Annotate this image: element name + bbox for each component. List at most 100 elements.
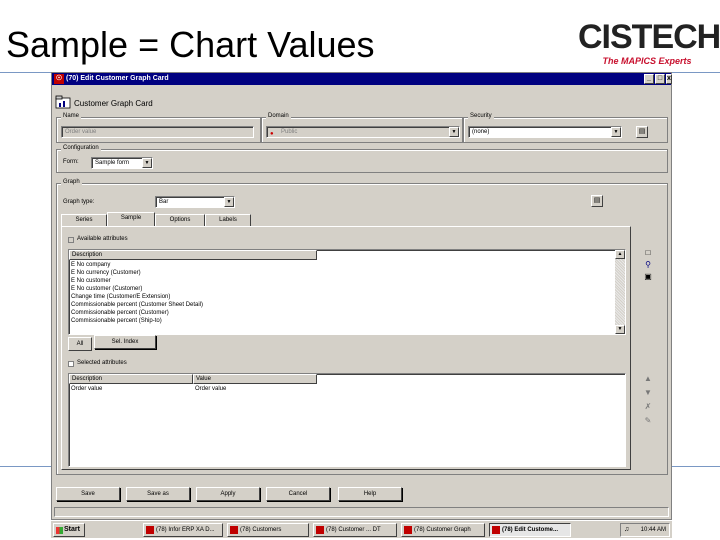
list-item[interactable]: Commissionable percent (Customer Sheet D… <box>71 301 203 309</box>
apply-button[interactable]: Apply <box>196 487 260 501</box>
save-button[interactable]: Save <box>56 487 120 501</box>
selected-description-cell: Order value <box>71 386 103 392</box>
window-titlebar[interactable]: ☉ (70) Edit Customer Graph Card _ □ x <box>52 73 672 85</box>
system-tray: ♫ 10:44 AM <box>620 523 670 537</box>
select-index-button[interactable]: Sel. Index <box>94 335 156 349</box>
task-app-icon <box>146 526 154 534</box>
logo-tagline: The MAPICS Experts <box>602 56 692 66</box>
domain-users-icon: ● <box>270 131 274 137</box>
cistech-logo: CISTECH The MAPICS Experts <box>578 18 720 68</box>
graph-label: Graph <box>61 179 82 185</box>
windows-taskbar: Start (78) Infor ERP XA D... (78) Custom… <box>51 520 672 538</box>
security-select[interactable]: (none) ▼ <box>468 126 622 138</box>
graph-type-value: Bar <box>159 199 169 205</box>
edit-pencil-icon[interactable]: ✎ <box>642 415 654 427</box>
slide-divider-right <box>672 466 720 467</box>
scroll-up-icon[interactable]: ▲ <box>615 250 625 259</box>
graph-group: Graph Graph type: Bar ▼ ▤ Series Sample … <box>56 179 668 475</box>
security-value: (none) <box>472 129 490 135</box>
list-item[interactable]: E No customer <box>71 277 111 285</box>
start-button[interactable]: Start <box>53 523 85 537</box>
graph-type-dropdown-arrow-icon[interactable]: ▼ <box>224 197 234 207</box>
form-label: Form: <box>63 159 79 165</box>
taskbar-task[interactable]: (78) Customer ... DT <box>313 523 397 537</box>
task-label: (78) Customer ... DT <box>326 527 381 533</box>
domain-select[interactable]: ● Public ▼ <box>266 126 460 138</box>
selected-attributes-checkbox[interactable] <box>68 361 74 367</box>
taskbar-task-active[interactable]: (78) Edit Custome... <box>489 523 571 537</box>
task-app-icon <box>492 526 500 534</box>
move-down-icon[interactable]: ▼ <box>642 387 654 399</box>
list-item[interactable]: Change time (Customer/E Extension) <box>71 293 170 301</box>
domain-label: Domain <box>266 113 291 119</box>
start-label: Start <box>64 526 80 533</box>
form-select[interactable]: Sample form ▼ <box>91 157 153 169</box>
available-attributes-list[interactable]: Description E No company E No currency (… <box>68 249 626 335</box>
save-as-button[interactable]: Save as <box>126 487 190 501</box>
available-list-scrollbar[interactable]: ▲ ▼ <box>615 250 625 334</box>
name-label: Name <box>61 113 82 119</box>
clock[interactable]: 10:44 AM <box>641 527 666 533</box>
maximize-button[interactable]: □ <box>655 74 665 84</box>
close-button[interactable]: x <box>666 74 672 84</box>
configuration-group: Configuration Form: Sample form ▼ <box>56 145 668 173</box>
task-app-icon <box>316 526 324 534</box>
taskbar-task[interactable]: (78) Customer Graph <box>401 523 485 537</box>
slide-divider-left <box>0 466 52 467</box>
task-label: (78) Customers <box>240 527 282 533</box>
sample-tab-panel: Available attributes Description E No co… <box>61 226 652 470</box>
remove-icon[interactable]: ✗ <box>642 401 654 413</box>
card-title: Customer Graph Card <box>74 99 153 108</box>
scroll-down-icon[interactable]: ▼ <box>615 325 625 334</box>
graph-type-label: Graph type: <box>63 199 95 205</box>
selected-description-column-header[interactable]: Description <box>69 374 193 384</box>
cancel-button[interactable]: Cancel <box>266 487 330 501</box>
available-attributes-label: Available attributes <box>77 236 128 242</box>
list-item[interactable]: E No company <box>71 261 110 269</box>
slide-title: Sample = Chart Values <box>6 24 375 65</box>
name-group: Name Order value <box>56 113 261 143</box>
available-collapse-toggle[interactable] <box>68 237 74 243</box>
tab-options[interactable]: Options <box>155 214 205 226</box>
task-label: (78) Edit Custome... <box>502 527 559 533</box>
security-dropdown-arrow-icon[interactable]: ▼ <box>611 127 621 137</box>
binoculars-icon[interactable]: ▣ <box>642 271 654 283</box>
minimize-button[interactable]: _ <box>644 74 654 84</box>
domain-value: Public <box>281 129 298 135</box>
selected-value-cell: Order value <box>195 386 227 392</box>
selected-attributes-list[interactable]: Description Value Order value Order valu… <box>68 373 626 467</box>
window-title: (70) Edit Customer Graph Card <box>66 75 169 82</box>
logo-wordmark: CISTECH <box>578 18 720 56</box>
description-column-header[interactable]: Description <box>69 250 317 260</box>
tab-sample[interactable]: Sample <box>107 212 155 226</box>
name-field[interactable]: Order value <box>61 126 254 138</box>
graph-type-select[interactable]: Bar ▼ <box>155 196 235 208</box>
form-dropdown-arrow-icon[interactable]: ▼ <box>142 158 152 168</box>
task-app-icon <box>230 526 238 534</box>
task-app-icon <box>404 526 412 534</box>
taskbar-task[interactable]: (78) Customers <box>227 523 309 537</box>
security-detail-button[interactable]: ▤ <box>636 126 648 138</box>
tab-labels[interactable]: Labels <box>205 214 251 226</box>
graph-preview-button[interactable]: ▤ <box>591 195 603 207</box>
search-icon[interactable]: ⚲ <box>642 259 654 271</box>
table-row[interactable]: Order value <box>71 385 102 393</box>
list-item[interactable]: Commissionable percent (Customer) <box>71 309 169 317</box>
all-button[interactable]: All <box>68 337 92 351</box>
list-item[interactable]: E No currency (Customer) <box>71 269 141 277</box>
speaker-icon[interactable]: ♫ <box>624 524 629 536</box>
selected-value-column-header[interactable]: Value <box>193 374 317 384</box>
taskbar-task[interactable]: (78) Infor ERP XA D... <box>143 523 223 537</box>
app-icon: ☉ <box>54 74 64 84</box>
windows-logo-icon <box>56 527 63 534</box>
domain-group: Domain ● Public ▼ <box>261 113 463 143</box>
document-icon[interactable]: □ <box>642 247 654 259</box>
domain-dropdown-arrow-icon[interactable]: ▼ <box>449 127 459 137</box>
move-up-icon[interactable]: ▲ <box>642 373 654 385</box>
list-item[interactable]: Commissionable percent (Ship-to) <box>71 317 162 325</box>
selected-attributes-label: Selected attributes <box>77 360 127 366</box>
help-button[interactable]: Help <box>338 487 402 501</box>
tab-series[interactable]: Series <box>61 214 107 226</box>
list-item[interactable]: E No customer (Customer) <box>71 285 142 293</box>
table-row-value[interactable]: Order value <box>195 385 226 393</box>
